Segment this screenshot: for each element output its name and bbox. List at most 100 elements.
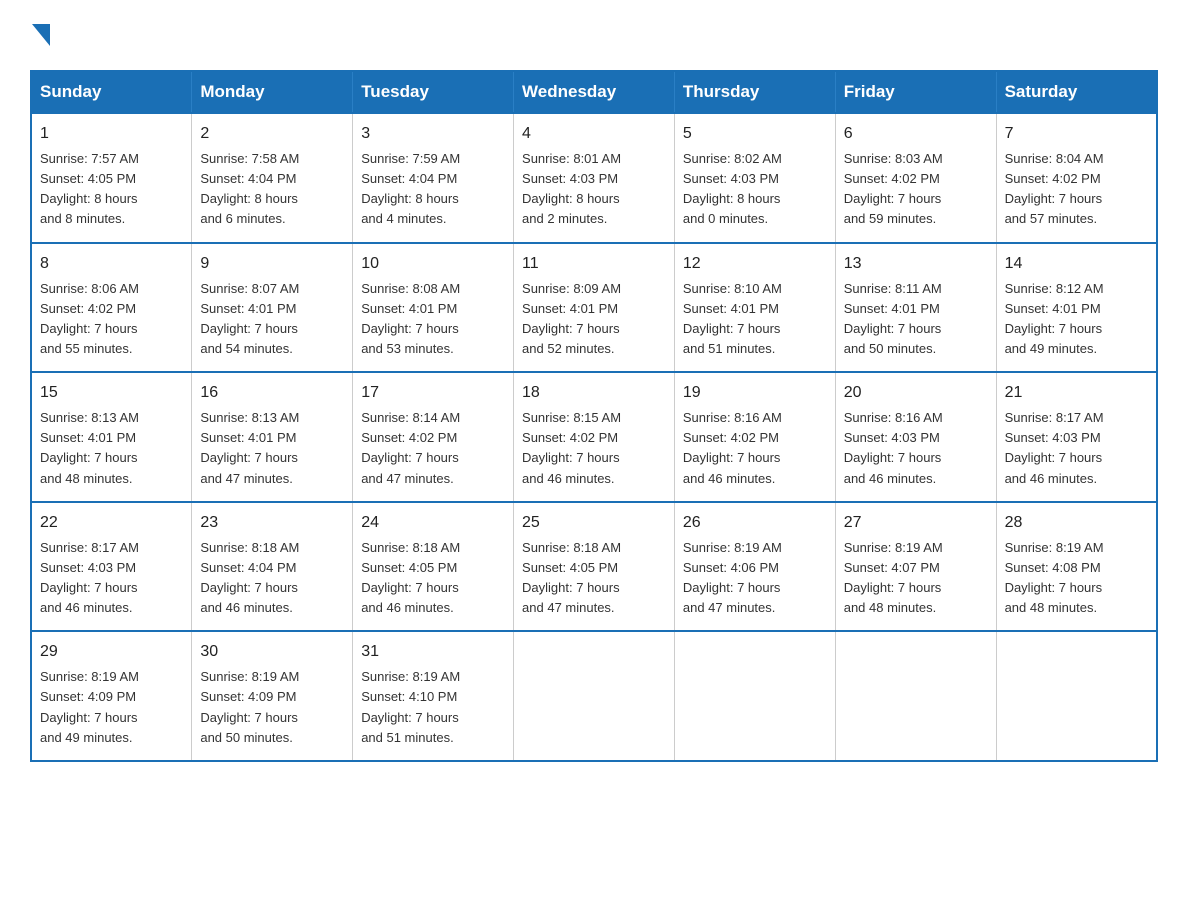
calendar-cell: 11Sunrise: 8:09 AMSunset: 4:01 PMDayligh… — [514, 243, 675, 373]
day-number: 4 — [522, 122, 666, 146]
day-info: Sunrise: 7:59 AMSunset: 4:04 PMDaylight:… — [361, 149, 505, 230]
calendar-cell: 13 Sunrise: 8:11 AMSunset: 4:01 PMDayligh… — [835, 243, 996, 373]
day-info: Sunrise: 8:17 AMSunset: 4:03 PMDaylight:… — [1005, 408, 1148, 489]
calendar-body: 1 Sunrise: 7:57 AMSunset: 4:05 PMDaylight… — [31, 113, 1157, 761]
calendar-cell: 2 Sunrise: 7:58 AMSunset: 4:04 PMDaylight… — [192, 113, 353, 243]
day-info: Sunrise: 8:19 AMSunset: 4:09 PMDaylight:… — [200, 667, 344, 748]
day-number: 27 — [844, 511, 988, 535]
day-info: Sunrise: 8:19 AMSunset: 4:08 PMDaylight:… — [1005, 538, 1148, 619]
calendar-cell: 15 Sunrise: 8:13 AMSunset: 4:01 PMDayligh… — [31, 372, 192, 502]
calendar-cell — [674, 631, 835, 761]
day-info: Sunrise: 8:02 AMSunset: 4:03 PMDaylight:… — [683, 149, 827, 230]
weekday-header-monday: Monday — [192, 71, 353, 113]
weekday-header-sunday: Sunday — [31, 71, 192, 113]
day-number: 26 — [683, 511, 827, 535]
weekday-header-friday: Friday — [835, 71, 996, 113]
day-number: 2 — [200, 122, 344, 146]
day-number: 14 — [1005, 252, 1148, 276]
calendar-week-5: 29 Sunrise: 8:19 AMSunset: 4:09 PMDayligh… — [31, 631, 1157, 761]
calendar-cell: 5 Sunrise: 8:02 AMSunset: 4:03 PMDaylight… — [674, 113, 835, 243]
day-number: 16 — [200, 381, 344, 405]
day-info: Sunrise: 8:01 AMSunset: 4:03 PMDaylight:… — [522, 149, 666, 230]
calendar-cell: 12 Sunrise: 8:10 AMSunset: 4:01 PMDayligh… — [674, 243, 835, 373]
day-number: 17 — [361, 381, 505, 405]
day-info: Sunrise: 8:18 AMSunset: 4:05 PMDaylight:… — [361, 538, 505, 619]
day-info: Sunrise: 8:18 AMSunset: 4:04 PMDaylight:… — [200, 538, 344, 619]
calendar-cell: 25Sunrise: 8:18 AMSunset: 4:05 PMDayligh… — [514, 502, 675, 632]
calendar-cell: 7 Sunrise: 8:04 AMSunset: 4:02 PMDaylight… — [996, 113, 1157, 243]
calendar-cell: 1 Sunrise: 7:57 AMSunset: 4:05 PMDaylight… — [31, 113, 192, 243]
calendar-cell: 29Sunrise: 8:19 AMSunset: 4:09 PMDayligh… — [31, 631, 192, 761]
day-number: 12 — [683, 252, 827, 276]
calendar-cell: 4 Sunrise: 8:01 AMSunset: 4:03 PMDaylight… — [514, 113, 675, 243]
calendar-table: SundayMondayTuesdayWednesdayThursdayFrid… — [30, 70, 1158, 762]
calendar-cell — [514, 631, 675, 761]
day-info: Sunrise: 8:16 AMSunset: 4:03 PMDaylight:… — [844, 408, 988, 489]
weekday-header-tuesday: Tuesday — [353, 71, 514, 113]
calendar-cell: 17 Sunrise: 8:14 AMSunset: 4:02 PMDayligh… — [353, 372, 514, 502]
day-number: 5 — [683, 122, 827, 146]
calendar-cell: 9 Sunrise: 8:07 AMSunset: 4:01 PMDaylight… — [192, 243, 353, 373]
day-info: Sunrise: 8:14 AMSunset: 4:02 PMDaylight:… — [361, 408, 505, 489]
calendar-cell: 23 Sunrise: 8:18 AMSunset: 4:04 PMDayligh… — [192, 502, 353, 632]
logo-general-row — [30, 20, 50, 54]
calendar-cell: 10 Sunrise: 8:08 AMSunset: 4:01 PMDayligh… — [353, 243, 514, 373]
day-number: 28 — [1005, 511, 1148, 535]
day-info: Sunrise: 8:19 AMSunset: 4:06 PMDaylight:… — [683, 538, 827, 619]
weekday-header-thursday: Thursday — [674, 71, 835, 113]
logo — [30, 20, 50, 50]
calendar-cell: 26 Sunrise: 8:19 AMSunset: 4:06 PMDayligh… — [674, 502, 835, 632]
day-number: 24 — [361, 511, 505, 535]
day-number: 1 — [40, 122, 183, 146]
day-info: Sunrise: 7:57 AMSunset: 4:05 PMDaylight:… — [40, 149, 183, 230]
calendar-cell: 27 Sunrise: 8:19 AMSunset: 4:07 PMDayligh… — [835, 502, 996, 632]
day-info: Sunrise: 8:13 AMSunset: 4:01 PMDaylight:… — [40, 408, 183, 489]
calendar-cell: 6Sunrise: 8:03 AMSunset: 4:02 PMDaylight… — [835, 113, 996, 243]
day-number: 22 — [40, 511, 183, 535]
day-info: Sunrise: 8:13 AMSunset: 4:01 PMDaylight:… — [200, 408, 344, 489]
day-number: 13 — [844, 252, 988, 276]
weekday-header-row: SundayMondayTuesdayWednesdayThursdayFrid… — [31, 71, 1157, 113]
day-number: 7 — [1005, 122, 1148, 146]
calendar-cell: 28 Sunrise: 8:19 AMSunset: 4:08 PMDayligh… — [996, 502, 1157, 632]
calendar-cell: 20 Sunrise: 8:16 AMSunset: 4:03 PMDayligh… — [835, 372, 996, 502]
calendar-cell: 16 Sunrise: 8:13 AMSunset: 4:01 PMDayligh… — [192, 372, 353, 502]
day-info: Sunrise: 8:18 AMSunset: 4:05 PMDaylight:… — [522, 538, 666, 619]
day-info: Sunrise: 8:11 AMSunset: 4:01 PMDaylight:… — [844, 279, 988, 360]
day-number: 8 — [40, 252, 183, 276]
calendar-cell — [996, 631, 1157, 761]
day-info: Sunrise: 8:04 AMSunset: 4:02 PMDaylight:… — [1005, 149, 1148, 230]
calendar-header: SundayMondayTuesdayWednesdayThursdayFrid… — [31, 71, 1157, 113]
calendar-week-4: 22 Sunrise: 8:17 AMSunset: 4:03 PMDayligh… — [31, 502, 1157, 632]
day-info: Sunrise: 8:10 AMSunset: 4:01 PMDaylight:… — [683, 279, 827, 360]
calendar-cell — [835, 631, 996, 761]
day-info: Sunrise: 8:08 AMSunset: 4:01 PMDaylight:… — [361, 279, 505, 360]
calendar-cell: 8 Sunrise: 8:06 AMSunset: 4:02 PMDaylight… — [31, 243, 192, 373]
day-number: 29 — [40, 640, 183, 664]
day-number: 30 — [200, 640, 344, 664]
day-info: Sunrise: 8:17 AMSunset: 4:03 PMDaylight:… — [40, 538, 183, 619]
day-info: Sunrise: 8:19 AMSunset: 4:07 PMDaylight:… — [844, 538, 988, 619]
day-info: Sunrise: 8:12 AMSunset: 4:01 PMDaylight:… — [1005, 279, 1148, 360]
day-number: 20 — [844, 381, 988, 405]
day-number: 10 — [361, 252, 505, 276]
calendar-cell: 14 Sunrise: 8:12 AMSunset: 4:01 PMDayligh… — [996, 243, 1157, 373]
day-number: 15 — [40, 381, 183, 405]
page-header — [30, 20, 1158, 50]
weekday-header-saturday: Saturday — [996, 71, 1157, 113]
day-number: 31 — [361, 640, 505, 664]
calendar-cell: 22 Sunrise: 8:17 AMSunset: 4:03 PMDayligh… — [31, 502, 192, 632]
calendar-week-3: 15 Sunrise: 8:13 AMSunset: 4:01 PMDayligh… — [31, 372, 1157, 502]
day-number: 11 — [522, 252, 666, 276]
calendar-cell: 24 Sunrise: 8:18 AMSunset: 4:05 PMDayligh… — [353, 502, 514, 632]
day-number: 23 — [200, 511, 344, 535]
day-info: Sunrise: 8:16 AMSunset: 4:02 PMDaylight:… — [683, 408, 827, 489]
calendar-week-2: 8 Sunrise: 8:06 AMSunset: 4:02 PMDaylight… — [31, 243, 1157, 373]
day-info: Sunrise: 8:07 AMSunset: 4:01 PMDaylight:… — [200, 279, 344, 360]
day-info: Sunrise: 7:58 AMSunset: 4:04 PMDaylight:… — [200, 149, 344, 230]
calendar-cell: 21Sunrise: 8:17 AMSunset: 4:03 PMDayligh… — [996, 372, 1157, 502]
day-number: 9 — [200, 252, 344, 276]
calendar-cell: 31Sunrise: 8:19 AMSunset: 4:10 PMDayligh… — [353, 631, 514, 761]
day-info: Sunrise: 8:06 AMSunset: 4:02 PMDaylight:… — [40, 279, 183, 360]
weekday-header-wednesday: Wednesday — [514, 71, 675, 113]
